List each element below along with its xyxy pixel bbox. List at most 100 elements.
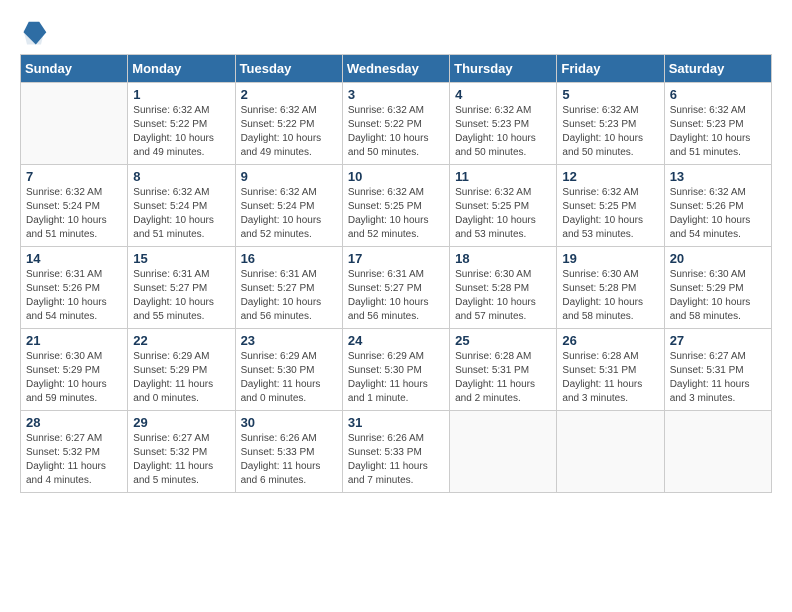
day-info: Sunrise: 6:32 AMSunset: 5:24 PMDaylight:… <box>133 186 229 242</box>
calendar-cell: 26 Sunrise: 6:28 AMSunset: 5:31 PMDayligh… <box>557 329 664 411</box>
calendar-week-row: 14 Sunrise: 6:31 AMSunset: 5:26 PMDayligh… <box>21 247 772 329</box>
calendar-cell: 31 Sunrise: 6:26 AMSunset: 5:33 PMDayligh… <box>342 411 449 493</box>
calendar-cell: 7Sunrise: 6:32 AMSunset: 5:24 PMDaylight… <box>21 165 128 247</box>
day-number: 9 <box>241 169 337 184</box>
day-info: Sunrise: 6:32 AMSunset: 5:22 PMDaylight:… <box>348 104 444 160</box>
weekday-header-wednesday: Wednesday <box>342 55 449 83</box>
day-info: Sunrise: 6:32 AMSunset: 5:23 PMDaylight:… <box>562 104 658 160</box>
calendar-week-row: 1Sunrise: 6:32 AMSunset: 5:22 PMDaylight… <box>21 83 772 165</box>
day-info: Sunrise: 6:32 AMSunset: 5:22 PMDaylight:… <box>241 104 337 160</box>
day-info: Sunrise: 6:31 AMSunset: 5:27 PMDaylight:… <box>348 268 444 324</box>
calendar-week-row: 28Sunrise: 6:27 AMSunset: 5:32 PMDayligh… <box>21 411 772 493</box>
calendar-cell: 11 Sunrise: 6:32 AMSunset: 5:25 PMDayligh… <box>450 165 557 247</box>
calendar-cell <box>664 411 771 493</box>
calendar-week-row: 7Sunrise: 6:32 AMSunset: 5:24 PMDaylight… <box>21 165 772 247</box>
calendar-cell: 13 Sunrise: 6:32 AMSunset: 5:26 PMDayligh… <box>664 165 771 247</box>
calendar-cell: 25 Sunrise: 6:28 AMSunset: 5:31 PMDayligh… <box>450 329 557 411</box>
day-info: Sunrise: 6:32 AMSunset: 5:22 PMDaylight:… <box>133 104 229 160</box>
day-info: Sunrise: 6:30 AMSunset: 5:29 PMDaylight:… <box>670 268 766 324</box>
day-info: Sunrise: 6:30 AMSunset: 5:28 PMDaylight:… <box>455 268 551 324</box>
calendar-cell: 21Sunrise: 6:30 AMSunset: 5:29 PMDayligh… <box>21 329 128 411</box>
day-number: 19 <box>562 251 658 266</box>
day-number: 5 <box>562 87 658 102</box>
day-number: 15 <box>133 251 229 266</box>
day-info: Sunrise: 6:28 AMSunset: 5:31 PMDaylight:… <box>562 350 658 406</box>
day-info: Sunrise: 6:32 AMSunset: 5:25 PMDaylight:… <box>348 186 444 242</box>
day-number: 10 <box>348 169 444 184</box>
day-number: 27 <box>670 333 766 348</box>
day-number: 2 <box>241 87 337 102</box>
day-info: Sunrise: 6:29 AMSunset: 5:29 PMDaylight:… <box>133 350 229 406</box>
day-number: 17 <box>348 251 444 266</box>
day-info: Sunrise: 6:32 AMSunset: 5:25 PMDaylight:… <box>562 186 658 242</box>
day-info: Sunrise: 6:26 AMSunset: 5:33 PMDaylight:… <box>348 432 444 488</box>
logo <box>20 20 52 48</box>
day-info: Sunrise: 6:32 AMSunset: 5:25 PMDaylight:… <box>455 186 551 242</box>
day-number: 13 <box>670 169 766 184</box>
calendar-cell: 2 Sunrise: 6:32 AMSunset: 5:22 PMDaylight… <box>235 83 342 165</box>
calendar-cell: 15Sunrise: 6:31 AMSunset: 5:27 PMDayligh… <box>128 247 235 329</box>
day-number: 26 <box>562 333 658 348</box>
calendar-cell: 6Sunrise: 6:32 AMSunset: 5:23 PMDaylight… <box>664 83 771 165</box>
calendar-cell: 19 Sunrise: 6:30 AMSunset: 5:28 PMDayligh… <box>557 247 664 329</box>
day-info: Sunrise: 6:27 AMSunset: 5:32 PMDaylight:… <box>133 432 229 488</box>
calendar-cell: 4Sunrise: 6:32 AMSunset: 5:23 PMDaylight… <box>450 83 557 165</box>
day-number: 23 <box>241 333 337 348</box>
calendar-cell: 12 Sunrise: 6:32 AMSunset: 5:25 PMDayligh… <box>557 165 664 247</box>
day-number: 8 <box>133 169 229 184</box>
day-number: 14 <box>26 251 122 266</box>
day-info: Sunrise: 6:32 AMSunset: 5:23 PMDaylight:… <box>670 104 766 160</box>
weekday-header-sunday: Sunday <box>21 55 128 83</box>
weekday-header-monday: Monday <box>128 55 235 83</box>
day-number: 12 <box>562 169 658 184</box>
day-info: Sunrise: 6:30 AMSunset: 5:28 PMDaylight:… <box>562 268 658 324</box>
calendar-cell: 1Sunrise: 6:32 AMSunset: 5:22 PMDaylight… <box>128 83 235 165</box>
day-info: Sunrise: 6:32 AMSunset: 5:24 PMDaylight:… <box>241 186 337 242</box>
calendar-cell: 16 Sunrise: 6:31 AMSunset: 5:27 PMDayligh… <box>235 247 342 329</box>
calendar-cell: 29 Sunrise: 6:27 AMSunset: 5:32 PMDayligh… <box>128 411 235 493</box>
calendar-cell: 8 Sunrise: 6:32 AMSunset: 5:24 PMDaylight… <box>128 165 235 247</box>
day-number: 24 <box>348 333 444 348</box>
day-info: Sunrise: 6:31 AMSunset: 5:27 PMDaylight:… <box>241 268 337 324</box>
day-info: Sunrise: 6:28 AMSunset: 5:31 PMDaylight:… <box>455 350 551 406</box>
calendar-table: SundayMondayTuesdayWednesdayThursdayFrid… <box>20 54 772 493</box>
calendar-cell <box>557 411 664 493</box>
calendar-cell: 18 Sunrise: 6:30 AMSunset: 5:28 PMDayligh… <box>450 247 557 329</box>
day-number: 31 <box>348 415 444 430</box>
calendar-week-row: 21Sunrise: 6:30 AMSunset: 5:29 PMDayligh… <box>21 329 772 411</box>
calendar-cell: 24Sunrise: 6:29 AMSunset: 5:30 PMDayligh… <box>342 329 449 411</box>
day-info: Sunrise: 6:26 AMSunset: 5:33 PMDaylight:… <box>241 432 337 488</box>
calendar-cell <box>21 83 128 165</box>
calendar-cell: 14 Sunrise: 6:31 AMSunset: 5:26 PMDayligh… <box>21 247 128 329</box>
day-number: 20 <box>670 251 766 266</box>
day-info: Sunrise: 6:29 AMSunset: 5:30 PMDaylight:… <box>241 350 337 406</box>
day-number: 30 <box>241 415 337 430</box>
calendar-cell: 27Sunrise: 6:27 AMSunset: 5:31 PMDayligh… <box>664 329 771 411</box>
calendar-cell: 22Sunrise: 6:29 AMSunset: 5:29 PMDayligh… <box>128 329 235 411</box>
calendar-cell: 3 Sunrise: 6:32 AMSunset: 5:22 PMDaylight… <box>342 83 449 165</box>
calendar-cell: 5 Sunrise: 6:32 AMSunset: 5:23 PMDaylight… <box>557 83 664 165</box>
day-info: Sunrise: 6:30 AMSunset: 5:29 PMDaylight:… <box>26 350 122 406</box>
weekday-header-friday: Friday <box>557 55 664 83</box>
calendar-cell <box>450 411 557 493</box>
day-number: 25 <box>455 333 551 348</box>
weekday-header-row: SundayMondayTuesdayWednesdayThursdayFrid… <box>21 55 772 83</box>
calendar-cell: 23 Sunrise: 6:29 AMSunset: 5:30 PMDayligh… <box>235 329 342 411</box>
logo-icon <box>20 20 48 48</box>
weekday-header-thursday: Thursday <box>450 55 557 83</box>
day-number: 29 <box>133 415 229 430</box>
day-number: 3 <box>348 87 444 102</box>
day-number: 16 <box>241 251 337 266</box>
day-info: Sunrise: 6:31 AMSunset: 5:26 PMDaylight:… <box>26 268 122 324</box>
calendar-cell: 9 Sunrise: 6:32 AMSunset: 5:24 PMDaylight… <box>235 165 342 247</box>
calendar-cell: 20 Sunrise: 6:30 AMSunset: 5:29 PMDayligh… <box>664 247 771 329</box>
calendar-cell: 17 Sunrise: 6:31 AMSunset: 5:27 PMDayligh… <box>342 247 449 329</box>
day-info: Sunrise: 6:32 AMSunset: 5:26 PMDaylight:… <box>670 186 766 242</box>
day-number: 18 <box>455 251 551 266</box>
day-info: Sunrise: 6:27 AMSunset: 5:32 PMDaylight:… <box>26 432 122 488</box>
calendar-cell: 28Sunrise: 6:27 AMSunset: 5:32 PMDayligh… <box>21 411 128 493</box>
day-info: Sunrise: 6:32 AMSunset: 5:24 PMDaylight:… <box>26 186 122 242</box>
day-number: 11 <box>455 169 551 184</box>
calendar-cell: 30 Sunrise: 6:26 AMSunset: 5:33 PMDayligh… <box>235 411 342 493</box>
calendar-cell: 10 Sunrise: 6:32 AMSunset: 5:25 PMDayligh… <box>342 165 449 247</box>
